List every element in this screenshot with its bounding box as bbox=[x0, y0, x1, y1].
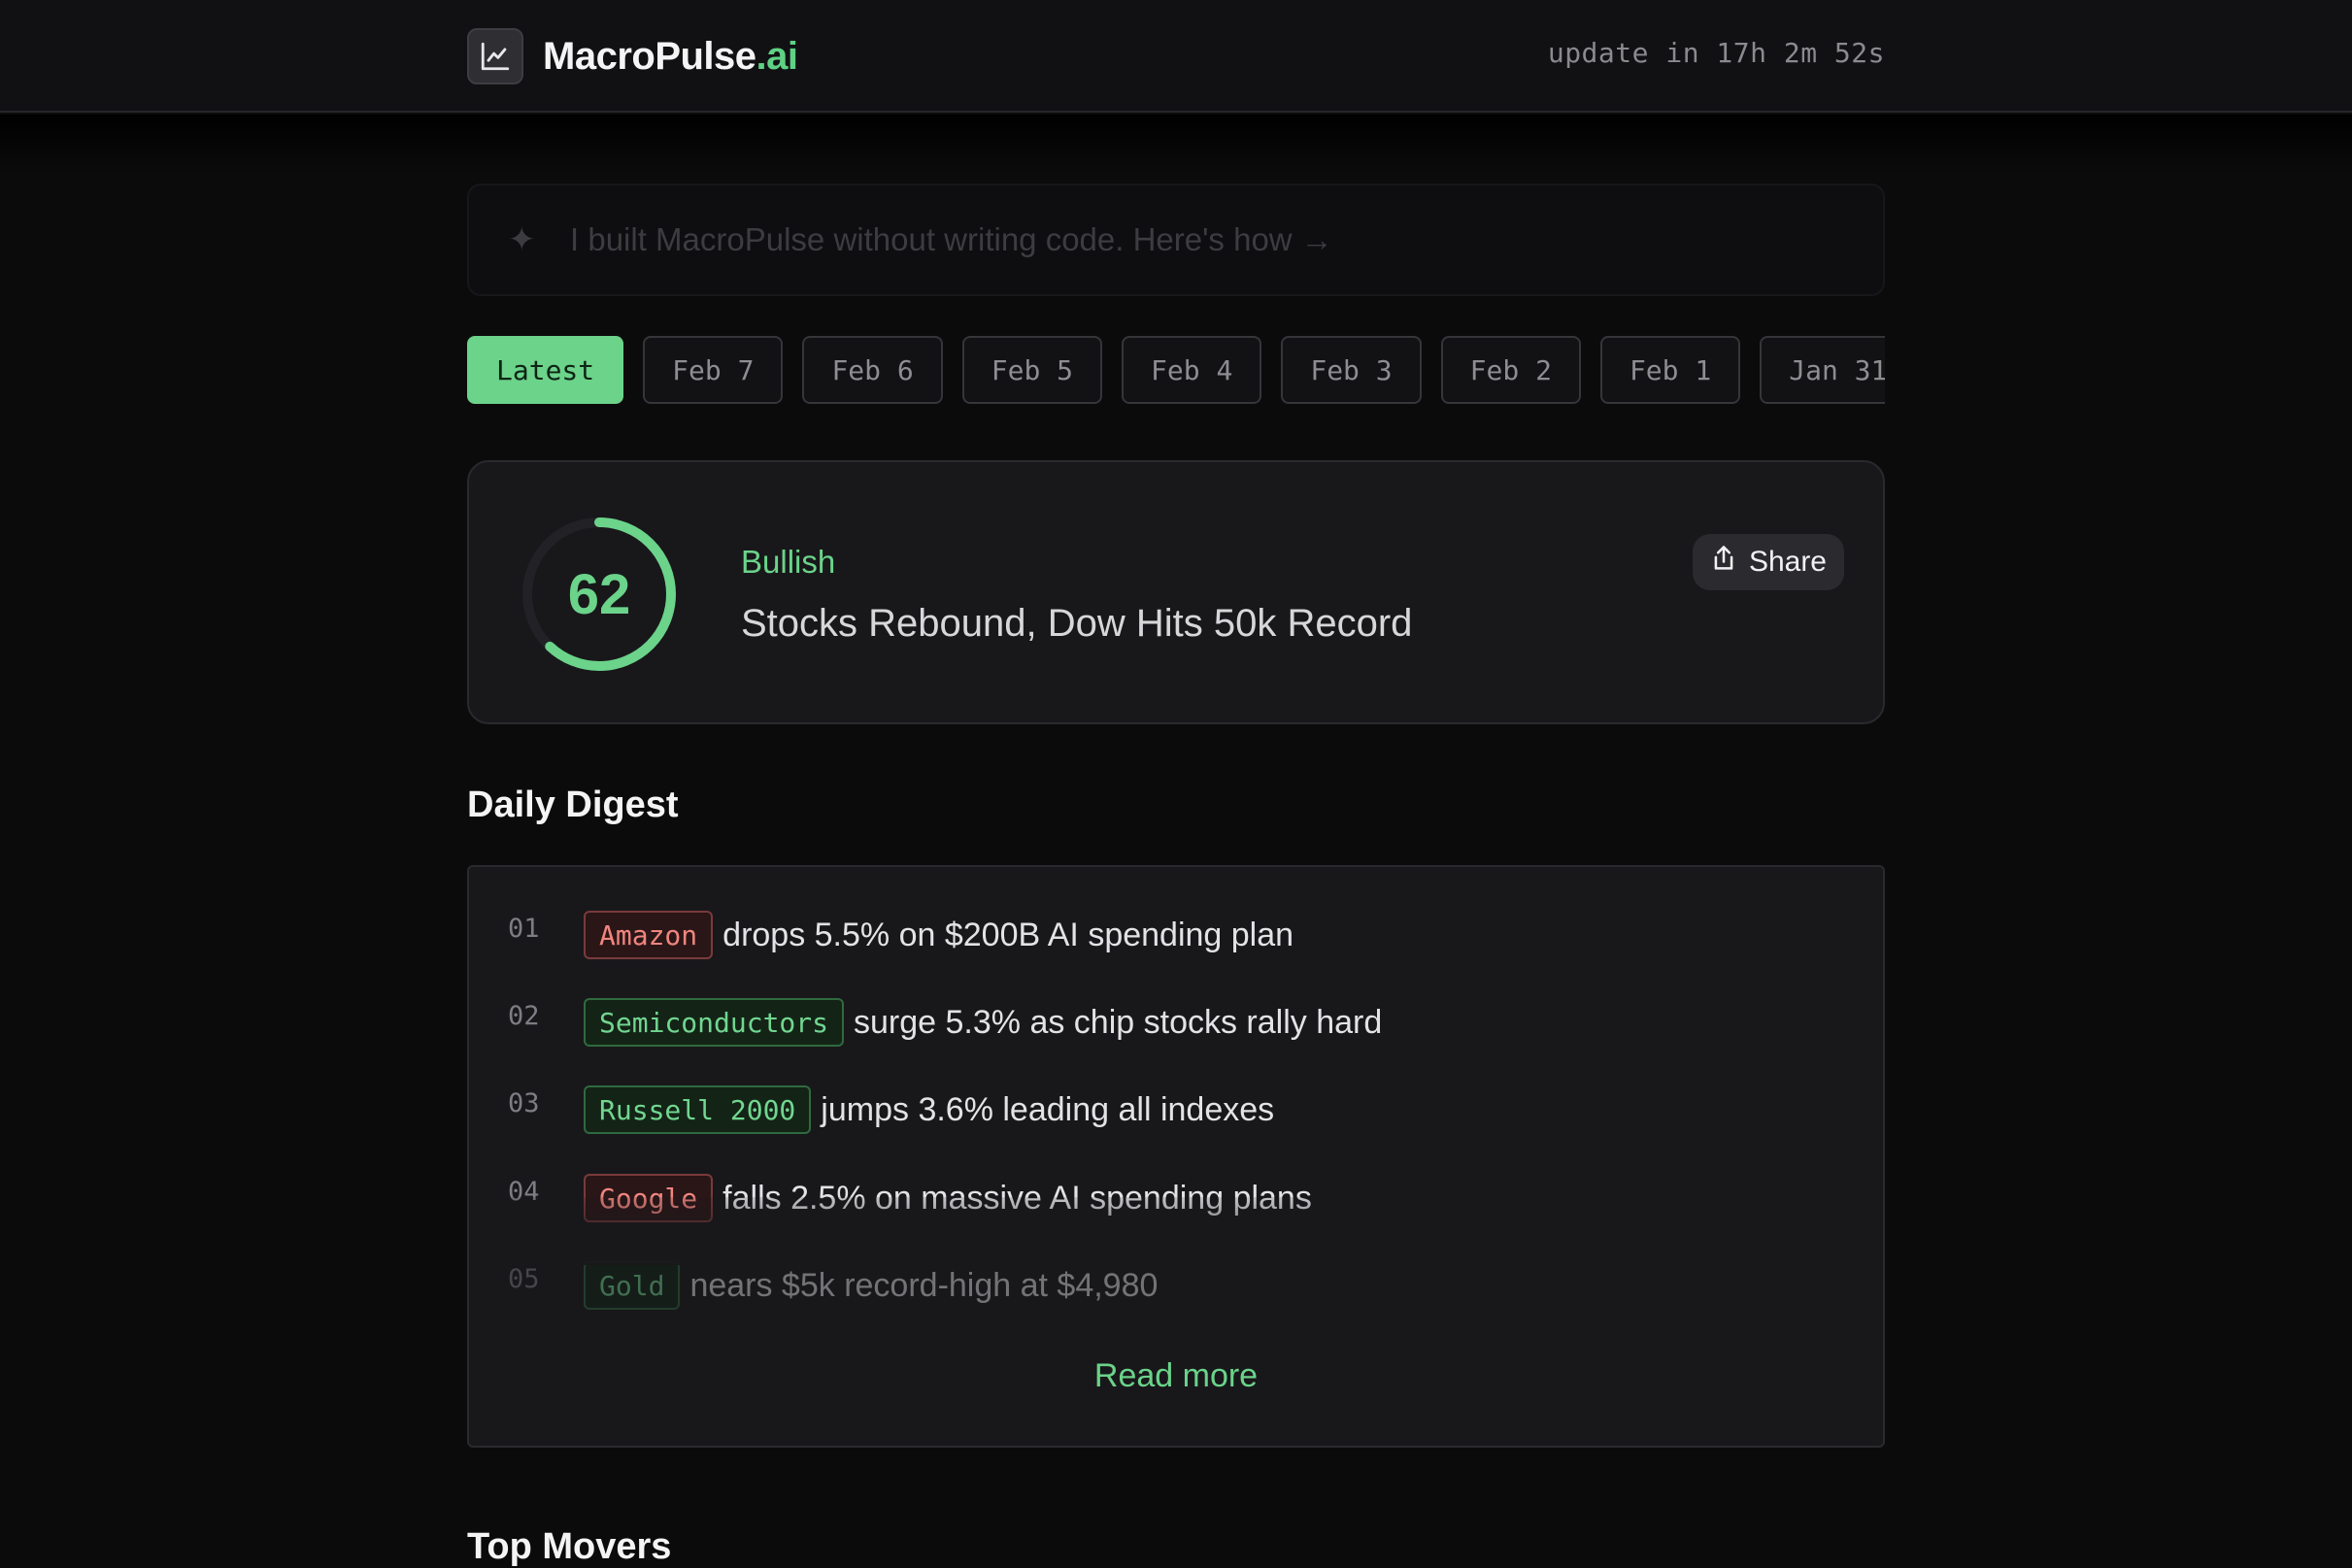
date-tab-2[interactable]: Feb 6 bbox=[802, 336, 943, 404]
date-tab-8[interactable]: Jan 31 bbox=[1760, 336, 1885, 404]
date-tab-3[interactable]: Feb 5 bbox=[961, 336, 1103, 404]
digest-item-text: drops 5.5% on $200B AI spending plan bbox=[722, 916, 1294, 953]
header-shadow bbox=[0, 115, 2352, 173]
date-tab-7[interactable]: Feb 1 bbox=[1599, 336, 1741, 404]
digest-item-text: jumps 3.6% leading all indexes bbox=[821, 1090, 1275, 1128]
brand-name-main: MacroPulse bbox=[543, 34, 756, 78]
daily-digest-title: Daily Digest bbox=[467, 784, 679, 825]
date-tab-6[interactable]: Feb 2 bbox=[1440, 336, 1581, 404]
promo-banner[interactable]: ✦ I built MacroPulse without writing cod… bbox=[467, 183, 1885, 296]
sentiment-headline: Stocks Rebound, Dow Hits 50k Record bbox=[741, 602, 1413, 645]
digest-item-tag: Amazon bbox=[584, 911, 714, 959]
digest-item-tag: Gold bbox=[584, 1261, 681, 1310]
digest-item-tag: Semiconductors bbox=[584, 998, 845, 1047]
sparkle-icon: ✦ bbox=[508, 221, 536, 258]
brand[interactable]: MacroPulse.ai bbox=[467, 28, 798, 84]
digest-item: 01 Amazon drops 5.5% on $200B AI spending … bbox=[508, 910, 1294, 960]
update-countdown: update in 17h 2m 52s bbox=[1547, 37, 1885, 69]
top-header: MacroPulse.ai update in 17h 2m 52s bbox=[0, 0, 2352, 113]
digest-item-tag: Russell 2000 bbox=[584, 1085, 812, 1134]
brand-name-tld: .ai bbox=[756, 34, 798, 78]
sentiment-score: 62 bbox=[567, 562, 631, 626]
date-tab-1[interactable]: Feb 7 bbox=[643, 336, 784, 404]
share-button[interactable]: Share bbox=[1692, 534, 1844, 590]
digest-fade-overlay bbox=[469, 1197, 1883, 1265]
digest-item-number: 01 bbox=[508, 914, 540, 944]
sentiment-label: Bullish bbox=[741, 544, 836, 580]
digest-item-number: 05 bbox=[508, 1264, 540, 1294]
daily-digest-card: 01 Amazon drops 5.5% on $200B AI spending … bbox=[467, 865, 1885, 1448]
digest-item-text: nears $5k record-high at $4,980 bbox=[689, 1266, 1159, 1304]
digest-item: 03 Russell 2000 jumps 3.6% leading all ind… bbox=[508, 1084, 1274, 1135]
digest-item-number: 02 bbox=[508, 1001, 540, 1031]
share-upload-icon bbox=[1710, 544, 1737, 581]
digest-item-text: surge 5.3% as chip stocks rally hard bbox=[854, 1003, 1383, 1041]
banner-text: I built MacroPulse without writing code.… bbox=[570, 221, 1333, 257]
sentiment-card: 62 Bullish Stocks Rebound, Dow Hits 50k … bbox=[467, 460, 1885, 724]
digest-item: 05 Gold nears $5k record-high at $4,980 bbox=[508, 1260, 1158, 1311]
digest-item-number: 03 bbox=[508, 1088, 540, 1118]
brand-name: MacroPulse.ai bbox=[543, 35, 798, 79]
digest-item: 02 Semiconductors surge 5.3% as chip stock… bbox=[508, 997, 1382, 1048]
date-tab-0[interactable]: Latest bbox=[467, 336, 624, 404]
share-label: Share bbox=[1748, 546, 1827, 578]
line-chart-icon bbox=[467, 28, 523, 84]
date-tab-4[interactable]: Feb 4 bbox=[1122, 336, 1262, 404]
date-tabs: Latest Feb 7 Feb 6 Feb 5 Feb 4 Feb 3 Feb 2 Feb … bbox=[467, 336, 1885, 406]
date-tab-5[interactable]: Feb 3 bbox=[1281, 336, 1422, 404]
read-more-link[interactable]: Read more bbox=[469, 1357, 1883, 1395]
